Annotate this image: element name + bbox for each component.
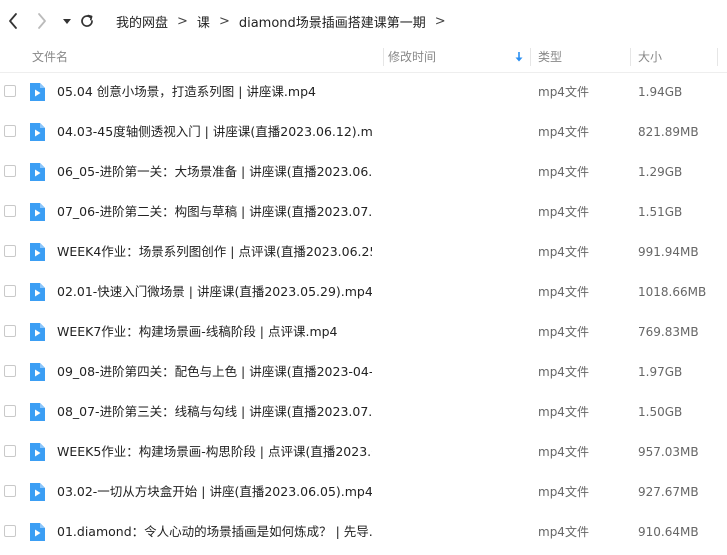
row-checkbox[interactable] bbox=[4, 85, 16, 97]
breadcrumb-separator: > bbox=[218, 13, 230, 29]
breadcrumb-item-courses[interactable]: 课 bbox=[197, 12, 210, 31]
row-checkbox[interactable] bbox=[4, 205, 16, 217]
file-size: 957.03MB bbox=[638, 445, 699, 459]
file-name[interactable]: 03.02-一切从方块盒开始 | 讲座(直播2023.06.05).mp4 bbox=[57, 472, 372, 512]
file-row[interactable]: 04.03-45度轴侧透视入门 | 讲座课(直播2023.06.12).mp4 m… bbox=[0, 112, 727, 152]
file-type: mp4文件 bbox=[538, 205, 589, 219]
caret-down-icon bbox=[63, 19, 71, 24]
file-size: 1.97GB bbox=[638, 365, 683, 379]
video-file-icon bbox=[28, 82, 46, 102]
file-row[interactable]: WEEK7作业：构建场景画-线稿阶段 | 点评课.mp4 mp4文件 769.83M… bbox=[0, 312, 727, 352]
file-name[interactable]: 08_07-进阶第三关：线稿与勾线 | 讲座课(直播2023.07.1... bbox=[57, 392, 372, 432]
file-size: 821.89MB bbox=[638, 125, 699, 139]
video-file-icon bbox=[28, 322, 46, 342]
file-size: 910.64MB bbox=[638, 525, 699, 539]
file-name[interactable]: 04.03-45度轴侧透视入门 | 讲座课(直播2023.06.12).mp4 bbox=[57, 112, 372, 152]
file-type: mp4文件 bbox=[538, 485, 589, 499]
file-type: mp4文件 bbox=[538, 85, 589, 99]
column-divider[interactable] bbox=[530, 48, 531, 66]
file-name[interactable]: WEEK4作业：场景系列图创作 | 点评课(直播2023.06.25)... bbox=[57, 232, 372, 272]
row-checkbox[interactable] bbox=[4, 245, 16, 257]
refresh-icon bbox=[81, 14, 93, 27]
chevron-right-icon bbox=[38, 13, 46, 29]
row-checkbox[interactable] bbox=[4, 405, 16, 417]
video-file-icon bbox=[28, 402, 46, 422]
breadcrumb-item-my-drive[interactable]: 我的网盘 bbox=[116, 12, 168, 31]
breadcrumb-separator: > bbox=[177, 13, 188, 29]
video-file-icon bbox=[28, 442, 46, 462]
file-size: 1.50GB bbox=[638, 405, 683, 419]
row-checkbox[interactable] bbox=[4, 445, 16, 457]
file-row[interactable]: WEEK5作业：构建场景画-构思阶段 | 点评课(直播2023.0... mp4文… bbox=[0, 432, 727, 472]
file-size: 1.29GB bbox=[638, 165, 683, 179]
file-type: mp4文件 bbox=[538, 445, 589, 459]
row-checkbox[interactable] bbox=[4, 165, 16, 177]
file-type: mp4文件 bbox=[538, 325, 589, 339]
sort-descending-icon[interactable] bbox=[514, 51, 524, 63]
file-size: 991.94MB bbox=[638, 245, 699, 259]
video-file-icon bbox=[28, 362, 46, 382]
file-name[interactable]: WEEK5作业：构建场景画-构思阶段 | 点评课(直播2023.0... bbox=[57, 432, 372, 472]
file-name[interactable]: 06_05-进阶第一关：大场景准备 | 讲座课(直播2023.06.2... bbox=[57, 152, 372, 192]
file-size: 1.51GB bbox=[638, 205, 683, 219]
column-divider[interactable] bbox=[717, 48, 718, 66]
file-row[interactable]: 09_08-进阶第四关：配色与上色 | 讲座课(直播2023-04-... mp4… bbox=[0, 352, 727, 392]
file-type: mp4文件 bbox=[538, 525, 589, 539]
file-name[interactable]: 05.04 创意小场景，打造系列图 | 讲座课.mp4 bbox=[57, 72, 372, 112]
history-dropdown-button[interactable] bbox=[56, 9, 78, 33]
file-size: 769.83MB bbox=[638, 325, 699, 339]
video-file-icon bbox=[28, 122, 46, 142]
row-checkbox[interactable] bbox=[4, 525, 16, 537]
file-type: mp4文件 bbox=[538, 405, 589, 419]
breadcrumb: 我的网盘 > 课 > diamond场景插画搭建课第一期 > bbox=[116, 0, 455, 42]
column-header-size[interactable]: 大小 bbox=[638, 42, 662, 72]
file-name[interactable]: WEEK7作业：构建场景画-线稿阶段 | 点评课.mp4 bbox=[57, 312, 372, 352]
refresh-button[interactable] bbox=[76, 9, 98, 33]
file-row[interactable]: WEEK4作业：场景系列图创作 | 点评课(直播2023.06.25)... mp… bbox=[0, 232, 727, 272]
file-row[interactable]: 06_05-进阶第一关：大场景准备 | 讲座课(直播2023.06.2... mp… bbox=[0, 152, 727, 192]
file-type: mp4文件 bbox=[538, 245, 589, 259]
file-type: mp4文件 bbox=[538, 285, 589, 299]
video-file-icon bbox=[28, 162, 46, 182]
video-file-icon bbox=[28, 522, 46, 542]
file-row[interactable]: 03.02-一切从方块盒开始 | 讲座(直播2023.06.05).mp4 mp4… bbox=[0, 472, 727, 512]
file-type: mp4文件 bbox=[538, 165, 589, 179]
file-list-header: 文件名 修改时间 类型 大小 bbox=[0, 42, 727, 73]
file-size: 1.94GB bbox=[638, 85, 683, 99]
toolbar: 我的网盘 > 课 > diamond场景插画搭建课第一期 > bbox=[0, 0, 727, 42]
row-checkbox[interactable] bbox=[4, 485, 16, 497]
breadcrumb-item-current-folder[interactable]: diamond场景插画搭建课第一期 bbox=[239, 12, 426, 31]
column-header-name[interactable]: 文件名 bbox=[32, 42, 68, 72]
file-row[interactable]: 02.01-快速入门微场景 | 讲座课(直播2023.05.29).mp4 mp4… bbox=[0, 272, 727, 312]
file-row[interactable]: 07_06-进阶第二关：构图与草稿 | 讲座课(直播2023.07.0... mp… bbox=[0, 192, 727, 232]
video-file-icon bbox=[28, 482, 46, 502]
file-name[interactable]: 09_08-进阶第四关：配色与上色 | 讲座课(直播2023-04-... bbox=[57, 352, 372, 392]
forward-button[interactable] bbox=[31, 9, 53, 33]
breadcrumb-separator: > bbox=[434, 13, 446, 29]
row-checkbox[interactable] bbox=[4, 285, 16, 297]
file-row[interactable]: 05.04 创意小场景，打造系列图 | 讲座课.mp4 mp4文件 1.94GB bbox=[0, 72, 727, 112]
file-name[interactable]: 07_06-进阶第二关：构图与草稿 | 讲座课(直播2023.07.0... bbox=[57, 192, 372, 232]
chevron-left-icon bbox=[9, 13, 17, 29]
file-size: 927.67MB bbox=[638, 485, 699, 499]
file-name[interactable]: 01.diamond：令人心动的场景插画是如何炼成？ | 先导... bbox=[57, 512, 372, 552]
video-file-icon bbox=[28, 242, 46, 262]
file-size: 1018.66MB bbox=[638, 285, 707, 299]
file-type: mp4文件 bbox=[538, 365, 589, 379]
file-name[interactable]: 02.01-快速入门微场景 | 讲座课(直播2023.05.29).mp4 bbox=[57, 272, 372, 312]
column-header-type[interactable]: 类型 bbox=[538, 42, 562, 72]
video-file-icon bbox=[28, 202, 46, 222]
row-checkbox[interactable] bbox=[4, 365, 16, 377]
column-divider[interactable] bbox=[383, 48, 384, 66]
back-button[interactable] bbox=[2, 9, 24, 33]
row-checkbox[interactable] bbox=[4, 325, 16, 337]
column-header-modified[interactable]: 修改时间 bbox=[388, 42, 436, 72]
column-divider[interactable] bbox=[630, 48, 631, 66]
file-row[interactable]: 08_07-进阶第三关：线稿与勾线 | 讲座课(直播2023.07.1... mp… bbox=[0, 392, 727, 432]
video-file-icon bbox=[28, 282, 46, 302]
file-type: mp4文件 bbox=[538, 125, 589, 139]
file-row[interactable]: 01.diamond：令人心动的场景插画是如何炼成？ | 先导... mp4文件 9… bbox=[0, 512, 727, 552]
row-checkbox[interactable] bbox=[4, 125, 16, 137]
